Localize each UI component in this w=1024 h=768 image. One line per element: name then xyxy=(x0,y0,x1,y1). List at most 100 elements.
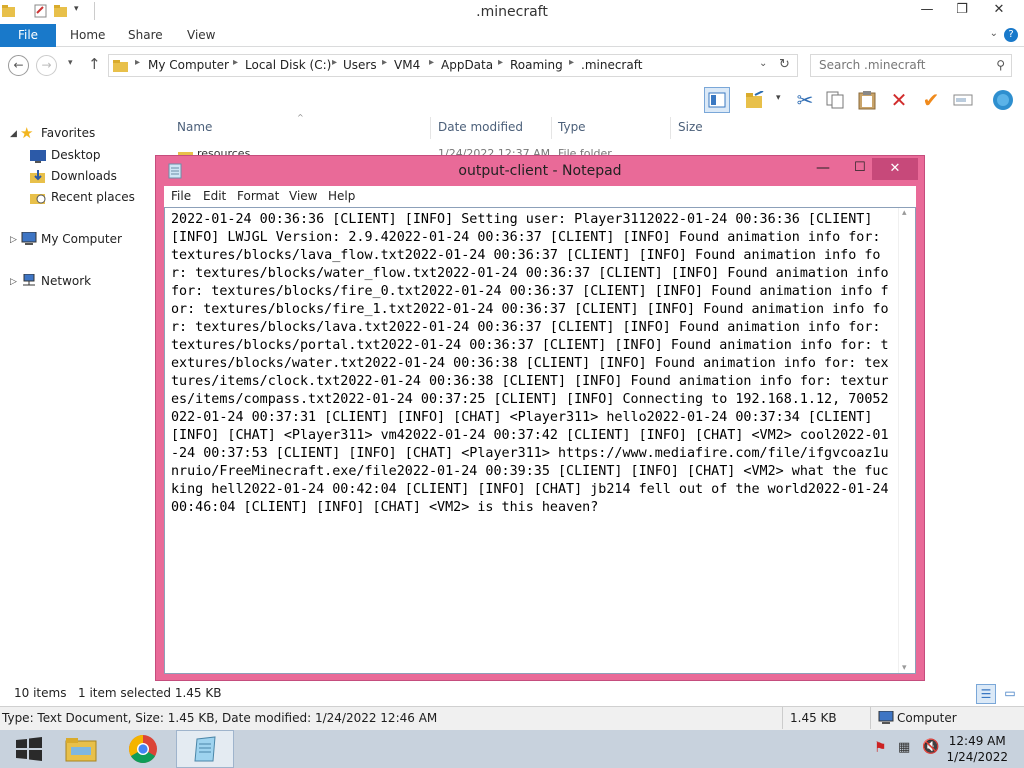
column-type[interactable]: Type xyxy=(558,120,586,134)
action-center-flag-icon[interactable]: ⚑ xyxy=(874,740,887,756)
column-divider[interactable] xyxy=(670,117,671,139)
breadcrumb-separator: ▸ xyxy=(332,57,338,68)
notepad-maximize-button[interactable]: ☐ xyxy=(854,160,866,175)
downloads-icon xyxy=(30,170,46,184)
network-icon xyxy=(21,273,37,288)
details-view-icon[interactable]: ☰ xyxy=(976,684,996,704)
file-explorer-icon xyxy=(65,738,97,762)
breadcrumb-my-computer[interactable]: My Computer xyxy=(148,58,229,72)
file-size: 1.45 KB xyxy=(790,711,837,725)
checkmark-icon[interactable]: ✔ xyxy=(918,87,944,113)
breadcrumb-appdata[interactable]: AppData xyxy=(441,58,493,72)
column-date-modified[interactable]: Date modified xyxy=(438,120,523,134)
expand-arrow-icon[interactable]: ▷ xyxy=(10,235,17,245)
volume-muted-icon[interactable]: 🔇 xyxy=(922,739,939,755)
column-divider[interactable] xyxy=(430,117,431,139)
breadcrumb-roaming[interactable]: Roaming xyxy=(510,58,563,72)
breadcrumb-separator: ▸ xyxy=(498,57,504,68)
network-tray-icon[interactable]: ▦ xyxy=(898,740,910,755)
scroll-up-icon[interactable]: ▴ xyxy=(902,208,907,218)
dropdown-icon[interactable]: ▾ xyxy=(776,93,781,103)
expand-arrow-icon[interactable]: ◢ xyxy=(10,129,17,139)
delete-icon[interactable]: ✕ xyxy=(886,87,912,113)
menu-edit[interactable]: Edit xyxy=(203,189,226,203)
column-size[interactable]: Size xyxy=(678,120,703,134)
back-button[interactable]: ← xyxy=(8,55,29,76)
start-button[interactable] xyxy=(0,730,58,768)
breadcrumb-separator: ▸ xyxy=(135,57,141,68)
item-count: 10 items xyxy=(14,686,67,700)
tab-file[interactable]: File xyxy=(0,24,56,47)
menu-view[interactable]: View xyxy=(289,189,317,203)
breadcrumb-separator: ▸ xyxy=(233,57,239,68)
refresh-icon[interactable]: ↻ xyxy=(779,57,790,72)
notepad-window: output-client - Notepad — ☐ ✕ File Edit … xyxy=(155,155,925,681)
breadcrumb-minecraft[interactable]: .minecraft xyxy=(581,58,642,72)
taskbar-notepad[interactable] xyxy=(176,730,234,768)
column-divider[interactable] xyxy=(551,117,552,139)
search-icon[interactable]: ⚲ xyxy=(996,58,1005,72)
address-dropdown-icon[interactable]: ⌄ xyxy=(759,58,767,69)
file-details: Type: Text Document, Size: 1.45 KB, Date… xyxy=(2,711,438,725)
notepad-close-button[interactable]: ✕ xyxy=(872,158,918,180)
address-bar[interactable]: ▸ My Computer ▸ Local Disk (C:) ▸ Users … xyxy=(108,54,798,77)
network-globe-icon[interactable] xyxy=(990,87,1016,113)
recent-locations-icon[interactable]: ▾ xyxy=(68,58,73,68)
help-icon[interactable]: ? xyxy=(1004,28,1018,42)
close-button[interactable]: ✕ xyxy=(984,0,1014,22)
cut-icon[interactable]: ✂ xyxy=(792,87,818,113)
notepad-icon xyxy=(194,736,216,762)
recent-places-icon xyxy=(30,191,46,205)
forward-button[interactable]: → xyxy=(36,55,57,76)
expand-ribbon-icon[interactable]: ⌄ xyxy=(990,28,998,39)
taskbar-chrome[interactable] xyxy=(114,730,172,768)
menu-format[interactable]: Format xyxy=(237,189,279,203)
taskbar-file-explorer[interactable] xyxy=(52,730,110,768)
selection-info: 1 item selected 1.45 KB xyxy=(78,686,222,700)
nav-network[interactable]: Network xyxy=(41,274,91,288)
folder-options-icon[interactable] xyxy=(742,87,768,113)
large-icons-view-icon[interactable]: ▭ xyxy=(1000,684,1020,704)
system-clock[interactable]: 12:49 AM 1/24/2022 xyxy=(946,733,1008,765)
nav-my-computer[interactable]: My Computer xyxy=(41,232,122,246)
desktop-icon xyxy=(30,149,46,163)
column-name[interactable]: Name xyxy=(177,120,212,134)
expand-arrow-icon[interactable]: ▷ xyxy=(10,277,17,287)
search-input[interactable]: Search .minecraft xyxy=(819,58,925,72)
up-button[interactable]: ↑ xyxy=(88,55,101,73)
navigation-pane: ◢ ★ Favorites Desktop Downloads Recent p… xyxy=(0,117,155,677)
vertical-scrollbar[interactable]: ▴ ▾ xyxy=(898,208,915,673)
divider xyxy=(870,707,871,729)
tab-view[interactable]: View xyxy=(187,24,215,47)
explorer-title-bar[interactable]: ▾ .minecraft — ❐ ✕ xyxy=(0,0,1024,24)
notepad-title-bar[interactable]: output-client - Notepad — ☐ ✕ xyxy=(156,156,924,186)
tab-share[interactable]: Share xyxy=(128,24,163,47)
preview-pane-icon[interactable] xyxy=(704,87,730,113)
favorites-star-icon: ★ xyxy=(20,124,34,142)
search-box[interactable]: Search .minecraft ⚲ xyxy=(810,54,1012,77)
nav-recent-places[interactable]: Recent places xyxy=(51,190,135,204)
breadcrumb-users[interactable]: Users xyxy=(343,58,377,72)
computer-icon xyxy=(21,231,37,246)
breadcrumb-vm4[interactable]: VM4 xyxy=(394,58,420,72)
restore-button[interactable]: ❐ xyxy=(947,0,977,22)
paste-icon[interactable] xyxy=(854,87,880,113)
menu-help[interactable]: Help xyxy=(328,189,355,203)
notepad-text-area[interactable]: 2022-01-24 00:36:36 [CLIENT] [INFO] Sett… xyxy=(164,207,916,674)
notepad-minimize-button[interactable]: — xyxy=(816,160,830,176)
folder-icon xyxy=(113,59,129,76)
tab-home[interactable]: Home xyxy=(70,24,105,47)
menu-file[interactable]: File xyxy=(171,189,191,203)
scroll-down-icon[interactable]: ▾ xyxy=(902,663,907,673)
minimize-button[interactable]: — xyxy=(912,0,942,22)
notepad-menu-bar: File Edit Format View Help xyxy=(164,186,916,207)
nav-downloads[interactable]: Downloads xyxy=(51,169,117,183)
nav-favorites[interactable]: Favorites xyxy=(41,126,95,140)
notepad-content[interactable]: 2022-01-24 00:36:36 [CLIENT] [INFO] Sett… xyxy=(171,211,896,517)
rename-icon[interactable] xyxy=(950,87,976,113)
breadcrumb-local-disk[interactable]: Local Disk (C:) xyxy=(245,58,331,72)
copy-icon[interactable] xyxy=(822,87,848,113)
chrome-icon xyxy=(129,735,157,763)
navigation-bar: ← → ▾ ↑ ▸ My Computer ▸ Local Disk (C:) … xyxy=(0,47,1024,83)
nav-desktop[interactable]: Desktop xyxy=(51,148,101,162)
